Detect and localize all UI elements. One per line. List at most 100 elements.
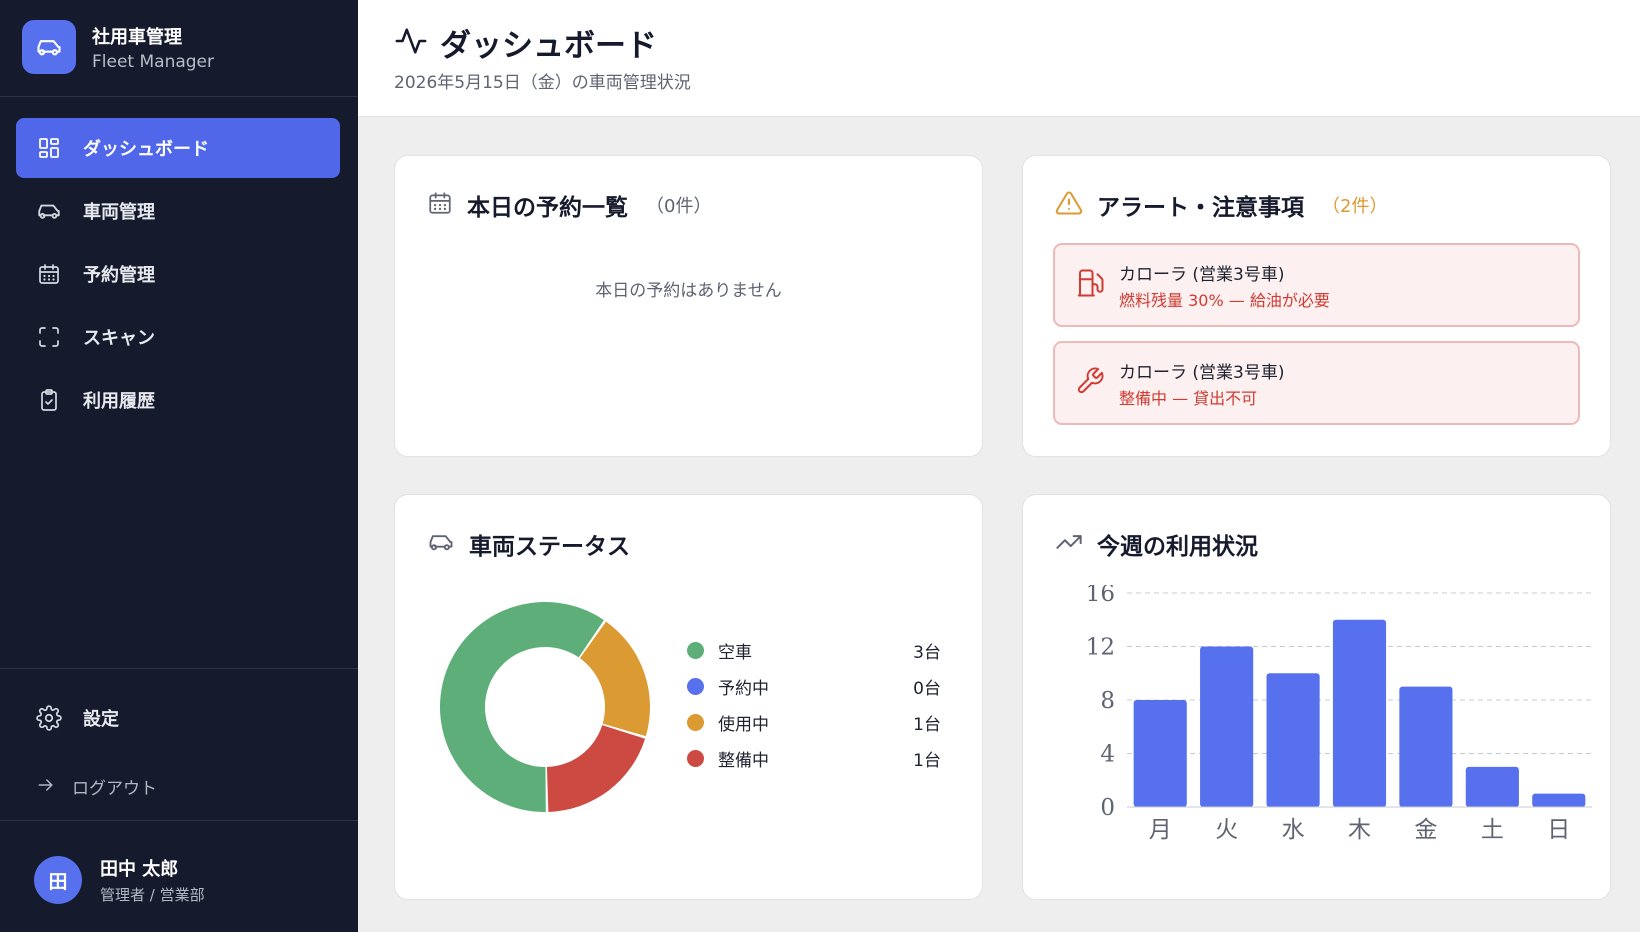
weekly-usage-title: 今週の利用状況 xyxy=(1097,534,1258,560)
donut-slice xyxy=(546,725,646,812)
bar xyxy=(1465,766,1519,807)
car-icon xyxy=(427,528,455,560)
alerts-card: アラート・注意事項 （2件） カローラ (営業3号車) 燃料残量 30% — 給… xyxy=(1022,155,1611,457)
weekly-usage-card: 今週の利用状況 0 4 8 12 16 月 火 水 木 金 土 日 xyxy=(1022,494,1611,900)
page-header: ダッシュボード 2026年5月15日（金）の車両管理状況 xyxy=(358,0,1640,117)
x-tick-label: 金 xyxy=(1414,817,1437,843)
legend-label: 空車 xyxy=(718,642,752,663)
sidebar-item-reservations[interactable]: 予約管理 xyxy=(16,244,340,304)
x-tick-label: 火 xyxy=(1215,817,1238,843)
vehicle-status-legend: 空車 3台 予約中 0台 使用中 1台 整備中 1台 xyxy=(687,632,941,776)
sidebar-item-dashboard[interactable]: ダッシュボード xyxy=(16,118,340,178)
sidebar-item-label: ダッシュボード xyxy=(83,139,209,160)
sidebar-divider xyxy=(0,668,358,669)
alerts-title: アラート・注意事項 xyxy=(1097,195,1304,221)
user-name: 田中 太郎 xyxy=(100,859,179,880)
legend-item: 整備中 1台 xyxy=(687,740,941,776)
bar xyxy=(1332,619,1387,807)
alert-detail: 燃料残量 30% — 給油が必要 xyxy=(1119,290,1330,310)
scan-icon xyxy=(36,324,62,350)
clipboard-check-icon xyxy=(36,387,62,413)
bar xyxy=(1532,793,1586,807)
bar xyxy=(1399,686,1453,807)
brand-title: 社用車管理 xyxy=(92,26,182,48)
reservations-title: 本日の予約一覧 xyxy=(467,195,628,221)
y-tick-label: 4 xyxy=(1100,742,1115,768)
activity-icon xyxy=(394,24,428,62)
brand-subtitle: Fleet Manager xyxy=(92,51,215,72)
page-subtitle: 2026年5月15日（金）の車両管理状況 xyxy=(394,73,691,93)
reservations-count: （0件） xyxy=(646,196,712,217)
brand: 社用車管理 Fleet Manager xyxy=(22,20,214,74)
x-tick-label: 木 xyxy=(1348,817,1371,843)
calendar-icon xyxy=(36,261,62,287)
x-tick-label: 土 xyxy=(1481,817,1504,843)
warning-icon xyxy=(1055,189,1083,221)
page-title: ダッシュボード xyxy=(440,28,657,64)
sidebar-item-label: 予約管理 xyxy=(83,265,155,286)
sidebar-item-scan[interactable]: スキャン xyxy=(16,307,340,367)
legend-label: 使用中 xyxy=(718,714,769,735)
bar xyxy=(1200,646,1254,807)
bar xyxy=(1133,700,1187,807)
alert-vehicle-name: カローラ (営業3号車) xyxy=(1119,362,1285,383)
wrench-icon xyxy=(1075,366,1105,400)
sidebar-divider xyxy=(0,820,358,821)
vehicle-status-title: 車両ステータス xyxy=(469,534,630,560)
sidebar-item-vehicles[interactable]: 車両管理 xyxy=(16,181,340,241)
legend-value: 3台 xyxy=(913,642,941,663)
alert-detail: 整備中 — 貸出不可 xyxy=(1119,388,1258,408)
legend-dot xyxy=(687,749,704,767)
user-role: 管理者 / 営業部 xyxy=(100,886,205,904)
sidebar-nav: ダッシュボード 車両管理 予約管理 スキャン 利用履歴 xyxy=(16,118,340,433)
legend-item: 予約中 0台 xyxy=(687,668,941,704)
sidebar: 社用車管理 Fleet Manager ダッシュボード 車両管理 予約管理 スキ… xyxy=(0,0,358,932)
y-tick-label: 16 xyxy=(1086,585,1115,607)
user-profile: 田 田中 太郎 管理者 / 営業部 xyxy=(34,855,205,905)
bar xyxy=(1266,673,1320,807)
sidebar-item-label: 車両管理 xyxy=(83,202,155,223)
legend-label: 整備中 xyxy=(718,750,769,771)
weekly-usage-bar-chart: 0 4 8 12 16 月 火 水 木 金 土 日 xyxy=(1086,585,1592,843)
sidebar-item-label: 利用履歴 xyxy=(83,391,155,412)
trending-up-icon xyxy=(1055,528,1083,560)
legend-dot xyxy=(687,677,704,695)
x-tick-label: 日 xyxy=(1547,817,1570,843)
alert-vehicle-name: カローラ (営業3号車) xyxy=(1119,264,1285,285)
sidebar-divider xyxy=(0,96,358,97)
reservations-empty-message: 本日の予約はありません xyxy=(595,281,782,301)
sidebar-item-label: 設定 xyxy=(83,709,119,730)
x-tick-label: 月 xyxy=(1149,817,1172,843)
y-tick-label: 12 xyxy=(1086,635,1115,661)
legend-dot xyxy=(687,641,704,659)
sidebar-item-history[interactable]: 利用履歴 xyxy=(16,370,340,430)
sidebar-item-settings[interactable]: 設定 xyxy=(16,688,340,748)
y-tick-label: 0 xyxy=(1100,795,1115,821)
calendar-icon xyxy=(427,190,453,220)
y-tick-label: 8 xyxy=(1100,688,1115,714)
logout-button[interactable]: ログアウト xyxy=(36,774,157,799)
legend-value: 1台 xyxy=(913,750,941,771)
grid-icon xyxy=(36,135,62,161)
avatar: 田 xyxy=(34,856,82,904)
reservations-card: 本日の予約一覧 （0件） 本日の予約はありません xyxy=(394,155,983,457)
car-icon xyxy=(36,198,62,224)
legend-value: 0台 xyxy=(913,678,941,699)
legend-value: 1台 xyxy=(913,714,941,735)
x-tick-label: 水 xyxy=(1282,817,1305,843)
alert-item[interactable]: カローラ (営業3号車) 整備中 — 貸出不可 xyxy=(1053,341,1580,425)
fuel-icon xyxy=(1075,268,1105,302)
legend-dot xyxy=(687,713,704,731)
gear-icon xyxy=(36,705,62,731)
vehicle-status-donut-chart xyxy=(440,602,650,812)
legend-item: 使用中 1台 xyxy=(687,704,941,740)
logout-label: ログアウト xyxy=(72,779,157,799)
legend-label: 予約中 xyxy=(718,678,769,699)
sidebar-settings: 設定 xyxy=(16,688,340,751)
alerts-count: （2件） xyxy=(1322,196,1388,217)
vehicle-status-card: 車両ステータス 空車 3台 予約中 0台 使用中 1台 整備中 1台 xyxy=(394,494,983,900)
alert-item[interactable]: カローラ (営業3号車) 燃料残量 30% — 給油が必要 xyxy=(1053,243,1580,327)
car-logo-icon xyxy=(22,20,76,74)
legend-item: 空車 3台 xyxy=(687,632,941,668)
sidebar-item-label: スキャン xyxy=(83,328,155,349)
